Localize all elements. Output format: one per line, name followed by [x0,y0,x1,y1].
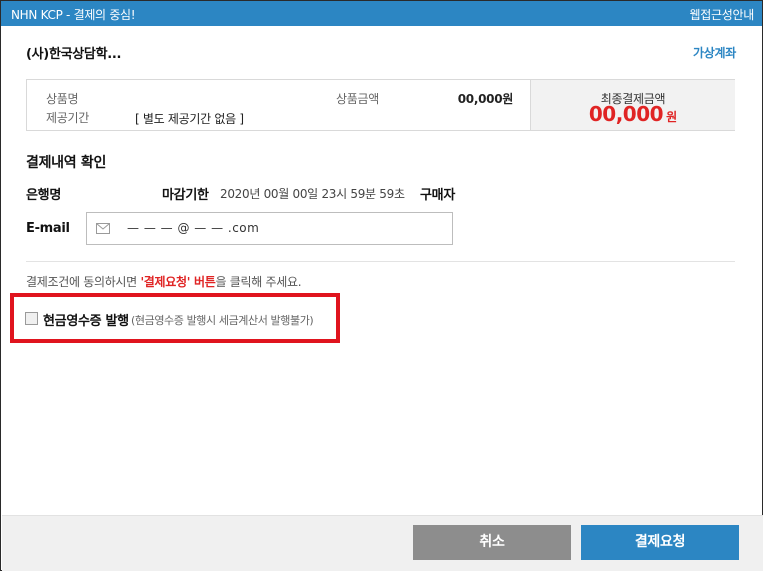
title-bar: NHN KCP - 결제의 중심! 웹접근성안내 [1,1,762,26]
product-amount-label: 상품금액 [336,92,379,106]
notice-prefix: 결제조건에 동의하시면 [26,275,141,289]
pay-request-button[interactable]: 결제요청 [581,525,739,560]
section-title: 결제내역 확인 [26,155,107,171]
product-amount-value: 00,000원 [457,92,514,106]
bank-label: 은행명 [26,188,61,203]
buyer-label: 구매자 [420,188,455,203]
service-period-value: [ 별도 제공기간 없음 ] [135,112,244,126]
cash-receipt-checkbox[interactable] [25,312,38,325]
email-field[interactable]: — — — @ — — .com [86,212,453,245]
order-summary: 상품명 제공기간 [ 별도 제공기간 없음 ] 상품금액 00,000원 최종결… [26,79,735,131]
cancel-button[interactable]: 취소 [413,525,571,560]
final-amount-box: 최종결제금액 00,000 원 [530,80,735,130]
email-label: E-mail [26,221,70,236]
cash-receipt-note: (현금영수증 발행시 세금계산서 발행불가) [131,314,314,327]
mail-icon [96,223,110,234]
agreement-notice: 결제조건에 동의하시면 '결제요청' 버튼을 클릭해 주세요. [26,273,302,290]
accessibility-link[interactable]: 웹접근성안내 [690,6,755,23]
divider [26,261,735,262]
payment-window: NHN KCP - 결제의 중심! 웹접근성안내 (사)한국상담학... 가상계… [0,0,763,571]
deadline-value: 2020년 00월 00일 23시 59분 59초 [220,187,405,201]
final-amount: 00,000 원 [531,102,735,126]
final-amount-value: 00,000 [588,102,664,126]
payment-method: 가상계좌 [693,46,736,60]
service-period-label: 제공기간 [46,111,89,125]
app-title: NHN KCP - 결제의 중심! [11,8,136,22]
cash-receipt-label[interactable]: 현금영수증 발행 [43,310,129,329]
footer-bar: 취소 결제요청 [2,515,763,571]
product-name-label: 상품명 [46,92,79,106]
merchant-name: (사)한국상담학... [26,47,122,62]
deadline-label: 마감기한 [162,188,209,203]
notice-suffix: 을 클릭해 주세요. [215,275,302,289]
email-value: — — — @ — — .com [127,221,260,235]
notice-highlight: '결제요청' 버튼 [140,275,216,289]
final-amount-unit: 원 [666,110,678,124]
